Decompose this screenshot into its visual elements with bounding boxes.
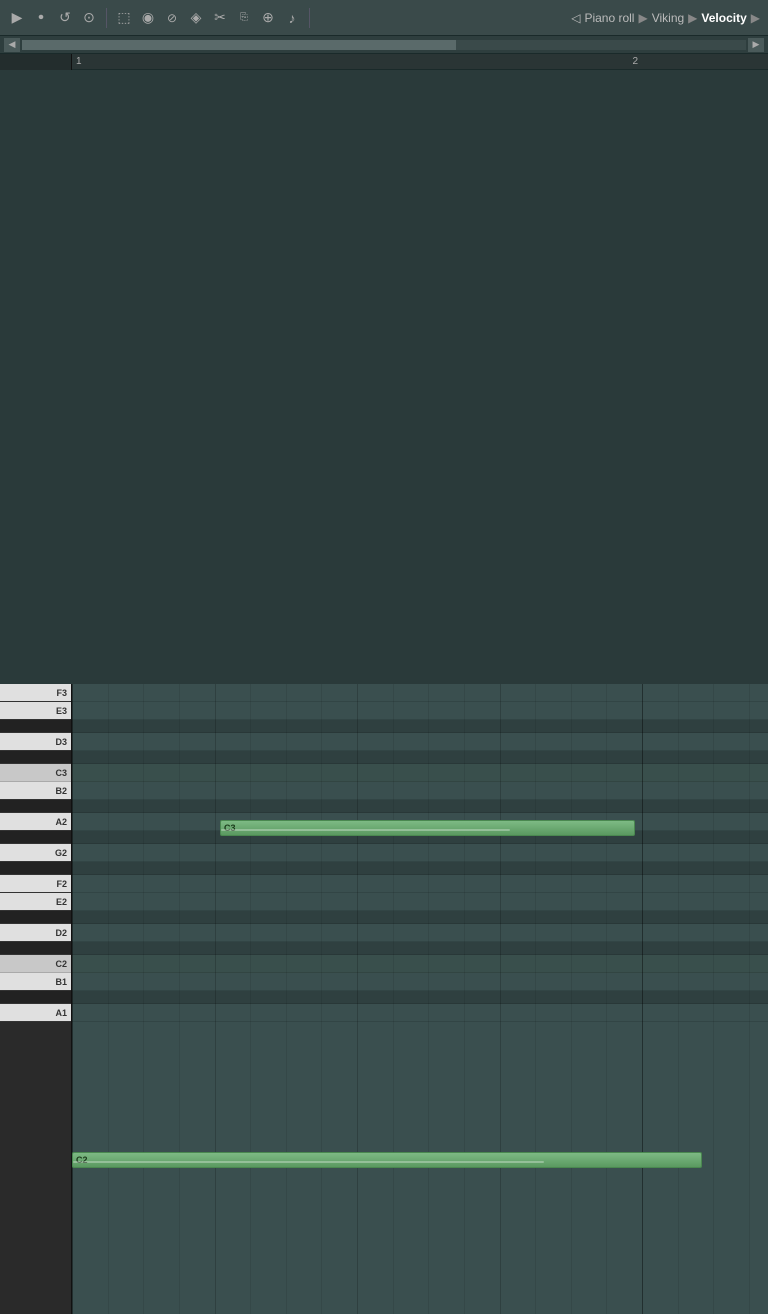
timeline-ruler: 1 2 [72, 54, 768, 70]
cut-icon[interactable]: ✂ [211, 9, 229, 27]
breadcrumb-instrument: Viking [652, 11, 684, 25]
grid-row-db2 [72, 942, 768, 955]
record-icon[interactable]: ⏺ [32, 9, 50, 27]
key-c3-label: C3 [55, 768, 67, 778]
grid-row-db3 [72, 751, 768, 764]
loop-icon[interactable]: ↺ [56, 9, 74, 27]
grid-row-gb2 [72, 862, 768, 875]
key-e3[interactable]: E3 [0, 702, 71, 720]
key-f3[interactable]: F3 [0, 684, 71, 702]
key-eb3[interactable] [0, 720, 71, 733]
ruler-spacer [0, 54, 72, 70]
key-f2[interactable]: F2 [0, 875, 71, 893]
key-a2[interactable]: A2 [0, 813, 71, 831]
scroll-track[interactable] [22, 40, 746, 50]
grid-row-eb2 [72, 911, 768, 924]
key-e2[interactable]: E2 [0, 893, 71, 911]
key-bb1[interactable] [0, 991, 71, 1004]
lasso-icon[interactable]: ◉ [139, 9, 157, 27]
erase-icon[interactable]: ⊘ [163, 9, 181, 27]
scroll-left-button[interactable]: ◀ [4, 38, 20, 52]
breadcrumb-pianoroll: Piano roll [584, 11, 634, 25]
key-a2-label: A2 [55, 817, 67, 827]
key-f2-label: F2 [56, 879, 67, 889]
grid-row-bb1 [72, 991, 768, 1004]
key-g2-label: G2 [55, 848, 67, 858]
metronome-icon[interactable]: ⊙ [80, 9, 98, 27]
scroll-thumb[interactable] [22, 40, 456, 50]
key-e2-label: E2 [56, 897, 67, 907]
note-c3[interactable]: C3 [220, 820, 635, 836]
breadcrumb-sep-2: ▶ [688, 11, 697, 25]
breadcrumb-sep-3: ▶ [751, 11, 760, 25]
speaker-2-icon: ◁ [571, 11, 580, 25]
grid-row-d3 [72, 733, 768, 751]
grid-row-b2 [72, 782, 768, 800]
mute-icon[interactable]: ◈ [187, 9, 205, 27]
key-gb2[interactable] [0, 862, 71, 875]
note-c3-resize[interactable] [628, 821, 634, 835]
select-icon[interactable]: ⬚ [115, 9, 133, 27]
zoom-icon[interactable]: ⊕ [259, 9, 277, 27]
key-db3[interactable] [0, 751, 71, 764]
breadcrumb-sep-1: ▶ [638, 11, 647, 25]
note-grid[interactable]: C3 C2 [72, 684, 768, 1314]
grid-row-c3 [72, 764, 768, 782]
scroll-right-button[interactable]: ▶ [748, 38, 764, 52]
ruler-mark-1: 1 [76, 56, 82, 67]
grid-row-bb2 [72, 800, 768, 813]
note-c2[interactable]: C2 [72, 1152, 702, 1168]
key-c2[interactable]: C2 [0, 955, 71, 973]
key-d3-label: D3 [55, 737, 67, 747]
key-d2-label: D2 [55, 928, 67, 938]
grid-row-f2 [72, 875, 768, 893]
key-f3-label: F3 [56, 688, 67, 698]
separator-1 [106, 8, 107, 28]
grid-row-e3 [72, 702, 768, 720]
note-c2-resize[interactable] [695, 1153, 701, 1167]
key-ab2[interactable] [0, 831, 71, 844]
key-d3[interactable]: D3 [0, 733, 71, 751]
grid-row-a1 [72, 1004, 768, 1022]
key-b2[interactable]: B2 [0, 782, 71, 800]
grid-row-g2 [72, 844, 768, 862]
key-bb2[interactable] [0, 800, 71, 813]
note-c3-label: C3 [224, 823, 236, 833]
play-icon[interactable]: ▶ [8, 9, 26, 27]
note-c2-velocity-line [73, 1161, 544, 1163]
grid-row-b1 [72, 973, 768, 991]
key-a1-label: A1 [55, 1008, 67, 1018]
key-b2-label: B2 [55, 786, 67, 796]
grid-row-c2 [72, 955, 768, 973]
horizontal-scrollbar[interactable]: ◀ ▶ [0, 36, 768, 54]
grid-row-eb3 [72, 720, 768, 733]
note-c2-label: C2 [76, 1155, 88, 1165]
key-e3-label: E3 [56, 706, 67, 716]
key-c2-label: C2 [55, 959, 67, 969]
breadcrumb-velocity[interactable]: Velocity [701, 11, 746, 25]
piano-keys: F3 E3 D3 C3 B2 A2 G2 [0, 684, 72, 1314]
key-g2[interactable]: G2 [0, 844, 71, 862]
breadcrumb: ◁ Piano roll ▶ Viking ▶ Velocity ▶ [571, 11, 760, 25]
grid-row-f3 [72, 684, 768, 702]
key-d2[interactable]: D2 [0, 924, 71, 942]
grid-row-d2 [72, 924, 768, 942]
piano-roll: F3 E3 D3 C3 B2 A2 G2 [0, 684, 768, 1314]
ruler-mark-2: 2 [632, 56, 638, 67]
key-c3[interactable]: C3 [0, 764, 71, 782]
copy-icon[interactable]: ⎘ [235, 9, 253, 27]
key-b1[interactable]: B1 [0, 973, 71, 991]
toolbar: ▶ ⏺ ↺ ⊙ ⬚ ◉ ⊘ ◈ ✂ ⎘ ⊕ ♪ ◁ Piano roll ▶ V… [0, 0, 768, 36]
key-a1[interactable]: A1 [0, 1004, 71, 1022]
speaker-icon[interactable]: ♪ [283, 9, 301, 27]
key-db2[interactable] [0, 942, 71, 955]
separator-2 [309, 8, 310, 28]
grid-row-e2 [72, 893, 768, 911]
key-b1-label: B1 [55, 977, 67, 987]
note-c3-velocity-line [221, 829, 510, 831]
key-eb2[interactable] [0, 911, 71, 924]
